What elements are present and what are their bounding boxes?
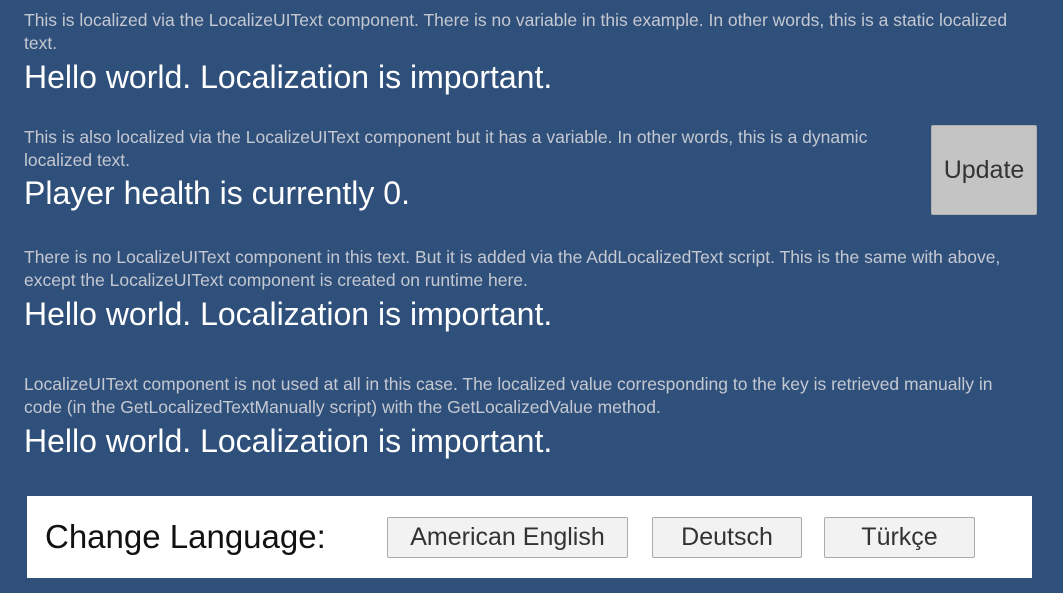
update-button[interactable]: Update xyxy=(931,125,1037,215)
runtime-description: There is no LocalizeUIText component in … xyxy=(24,247,1001,290)
change-language-label: Change Language: xyxy=(45,518,326,555)
dynamic-description: This is also localized via the LocalizeU… xyxy=(24,127,868,170)
static-localized-text: Hello world. Localization is important. xyxy=(24,59,553,95)
manual-description: LocalizeUIText component is not used at … xyxy=(24,374,993,417)
manual-localized-text: Hello world. Localization is important. xyxy=(24,423,553,459)
turkce-button[interactable]: Türkçe xyxy=(824,517,975,558)
runtime-localized-text: Hello world. Localization is important. xyxy=(24,296,553,332)
deutsch-button[interactable]: Deutsch xyxy=(652,517,802,558)
american-english-button[interactable]: American English xyxy=(387,517,628,558)
static-description: This is localized via the LocalizeUIText… xyxy=(24,10,1008,53)
change-language-panel: Change Language: American English Deutsc… xyxy=(27,496,1032,578)
dynamic-localized-text: Player health is currently 0. xyxy=(24,175,410,211)
